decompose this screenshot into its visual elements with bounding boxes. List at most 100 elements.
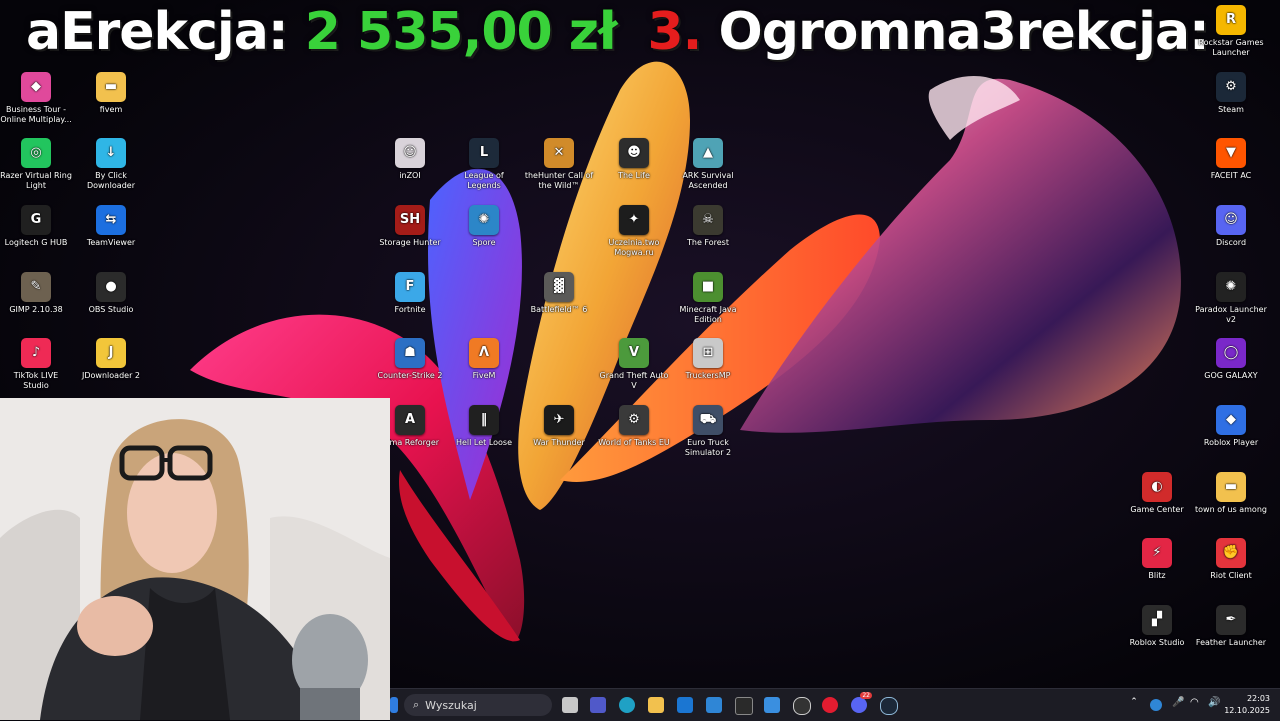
desktop-icon-roblox-player[interactable]: ◆ Roblox Player (1195, 405, 1267, 448)
desktop-icon-label: Logitech G HUB (4, 238, 68, 247)
discord-badge: 22 (860, 692, 872, 699)
network-tray-icon[interactable] (1150, 699, 1162, 711)
desktop-icon-thehunter[interactable]: ✕ theHunter Call of the Wild™ (523, 138, 595, 191)
discord-taskbar-icon[interactable]: 22 (851, 692, 872, 713)
desktop-icon-ark-survival[interactable]: ▲ ARK Survival Ascended (672, 138, 744, 191)
desktop-icon-spore[interactable]: ✺ Spore (448, 205, 520, 248)
desktop-icon-league-of-legends[interactable]: L League of Legends (448, 138, 520, 191)
chevron-up-icon[interactable]: ⌃ (1126, 697, 1142, 713)
the-forest-icon: ☠ (693, 205, 723, 235)
desktop-icon-label: ARK Survival Ascended (682, 171, 734, 190)
battlefield-6-icon: ▓ (544, 272, 574, 302)
banner-text-1: aErekcja: (26, 2, 289, 62)
desktop-icon-razer-ring-light[interactable]: ◎ Razer Virtual Ring Light (0, 138, 72, 191)
obs-taskbar-icon[interactable] (793, 697, 811, 715)
teamviewer-icon: ⇆ (96, 205, 126, 235)
arma-reforger-icon: A (395, 405, 425, 435)
desktop-icon-uczelnia[interactable]: ✦ Uczelnia.two Mogwa.ru (598, 205, 670, 258)
desktop-icon-label: Hell Let Loose (455, 438, 513, 447)
desktop-icon-hell-let-loose[interactable]: ‖ Hell Let Loose (448, 405, 520, 448)
business-tour-icon: ◆ (21, 72, 51, 102)
desktop-icon-gta-v[interactable]: V Grand Theft Auto V (598, 338, 670, 391)
desktop-icon-label: TeamViewer (86, 238, 136, 247)
microphone-icon[interactable]: 🎤 (1172, 697, 1188, 713)
desktop-icon-rockstar-games-launcher[interactable]: R Rockstar Games Launcher (1195, 5, 1267, 58)
ark-survival-icon: ▲ (693, 138, 723, 168)
riot-client-icon: ✊ (1216, 538, 1246, 568)
system-clock[interactable]: 22:03 12.10.2025 (1224, 693, 1270, 717)
inzoi-icon: ☺ (395, 138, 425, 168)
desktop-icon-blitz[interactable]: ⚡ Blitz (1121, 538, 1193, 581)
desktop-icon-fivem[interactable]: Λ FiveM (448, 338, 520, 381)
desktop-icon-fivem-folder[interactable]: ▬ fivem (75, 72, 147, 115)
desktop-icon-inzoi[interactable]: ☺ inZOI (374, 138, 446, 181)
desktop-icon-label: Rockstar Games Launcher (1198, 38, 1264, 57)
task-view-icon[interactable] (562, 697, 578, 713)
mail-icon[interactable] (706, 697, 722, 713)
desktop-icon-jdownloader[interactable]: J JDownloader 2 (75, 338, 147, 381)
desktop-icon-business-tour[interactable]: ◆ Business Tour - Online Multiplay... (0, 72, 72, 125)
hell-let-loose-icon: ‖ (469, 405, 499, 435)
desktop-icon-label: theHunter Call of the Wild™ (524, 171, 594, 190)
desktop-icon-label: Game Center (1130, 505, 1184, 514)
desktop-icon-discord[interactable]: ☺ Discord (1195, 205, 1267, 248)
start-button[interactable] (390, 697, 398, 713)
gta-v-icon: V (619, 338, 649, 368)
desktop-icon-tiktok-live-studio[interactable]: ♪ TikTok LIVE Studio (0, 338, 72, 391)
desktop-icon-label: League of Legends (464, 171, 504, 190)
desktop-icon-minecraft[interactable]: ■ Minecraft Java Edition (672, 272, 744, 325)
teams-icon[interactable] (590, 697, 606, 713)
fortnite-icon: F (395, 272, 425, 302)
desktop-icon-storage-hunter[interactable]: SH Storage Hunter (374, 205, 446, 248)
desktop-icon-game-center[interactable]: ◐ Game Center (1121, 472, 1193, 515)
desktop-icon-label: Euro Truck Simulator 2 (684, 438, 732, 457)
desktop-icon-gog-galaxy[interactable]: ◯ GOG GALAXY (1195, 338, 1267, 381)
edge-icon[interactable] (619, 697, 635, 713)
desktop-icon-fortnite[interactable]: F Fortnite (374, 272, 446, 315)
desktop-icon-counter-strike-2[interactable]: ☗ Counter-Strike 2 (374, 338, 446, 381)
desktop-icon-town-of-us-among[interactable]: ▬ town of us among (1195, 472, 1267, 515)
desktop-icon-world-of-tanks[interactable]: ⚙ World of Tanks EU (598, 405, 670, 448)
counter-strike-2-icon: ☗ (395, 338, 425, 368)
desktop-icon-war-thunder[interactable]: ✈ War Thunder (523, 405, 595, 448)
microsoft-store-icon[interactable] (677, 697, 693, 713)
desktop-icon-label: Spore (472, 238, 496, 247)
desktop-icon-euro-truck-simulator-2[interactable]: ⛟ Euro Truck Simulator 2 (672, 405, 744, 458)
desktop-icon-truckersmp[interactable]: ⊞ TruckersMP (672, 338, 744, 381)
desktop-icon-paradox-launcher[interactable]: ✺ Paradox Launcher v2 (1195, 272, 1267, 325)
desktop-icon-steam[interactable]: ⚙ Steam (1195, 72, 1267, 115)
truckersmp-icon: ⊞ (693, 338, 723, 368)
desktop-icon-logitech-g-hub[interactable]: G Logitech G HUB (0, 205, 72, 248)
roblox-player-icon: ◆ (1216, 405, 1246, 435)
gimp-icon: ✎ (21, 272, 51, 302)
desktop-icon-riot-client[interactable]: ✊ Riot Client (1195, 538, 1267, 581)
desktop-icon-label: Blitz (1148, 571, 1166, 580)
taskbar-search[interactable]: ⌕ Wyszukaj (404, 694, 552, 716)
desktop-icon-gimp[interactable]: ✎ GIMP 2.10.38 (0, 272, 72, 315)
file-explorer-icon[interactable] (648, 697, 664, 713)
opera-icon[interactable] (822, 697, 838, 713)
the-life-icon: ☻ (619, 138, 649, 168)
volume-icon[interactable]: 🔊 (1208, 697, 1224, 713)
desktop-icon-by-click-downloader[interactable]: ↓ By Click Downloader (75, 138, 147, 191)
desktop-icon-label: The Life (618, 171, 650, 180)
desktop-icon-label: Fortnite (394, 305, 426, 314)
desktop-icon-label: The Forest (687, 238, 729, 247)
steam-icon: ⚙ (1216, 72, 1246, 102)
desktop-icon-label: Razer Virtual Ring Light (0, 171, 72, 190)
desktop-icon-feather-launcher[interactable]: ✒ Feather Launcher (1195, 605, 1267, 648)
steam-taskbar-icon[interactable] (880, 697, 898, 715)
window-icon[interactable] (764, 697, 780, 713)
storage-hunter-icon: SH (395, 205, 425, 235)
desktop-icon-obs-studio[interactable]: ● OBS Studio (75, 272, 147, 315)
taskbar: ⌕ Wyszukaj 22 ⌃ 🎤 ◠ 🔊 22:03 12.10.2025 (390, 688, 1280, 721)
desktop-icon-faceit-ac[interactable]: ▼ FACEIT AC (1195, 138, 1267, 181)
desktop-icon-roblox-studio[interactable]: ▞ Roblox Studio (1121, 605, 1193, 648)
desktop-icon-the-life[interactable]: ☻ The Life (598, 138, 670, 181)
desktop-icon-the-forest[interactable]: ☠ The Forest (672, 205, 744, 248)
wifi-icon[interactable]: ◠ (1190, 697, 1206, 713)
thehunter-icon: ✕ (544, 138, 574, 168)
logitech-icon[interactable] (735, 697, 753, 715)
desktop-icon-teamviewer[interactable]: ⇆ TeamViewer (75, 205, 147, 248)
desktop-icon-battlefield-6[interactable]: ▓ Battlefield™ 6 (523, 272, 595, 315)
